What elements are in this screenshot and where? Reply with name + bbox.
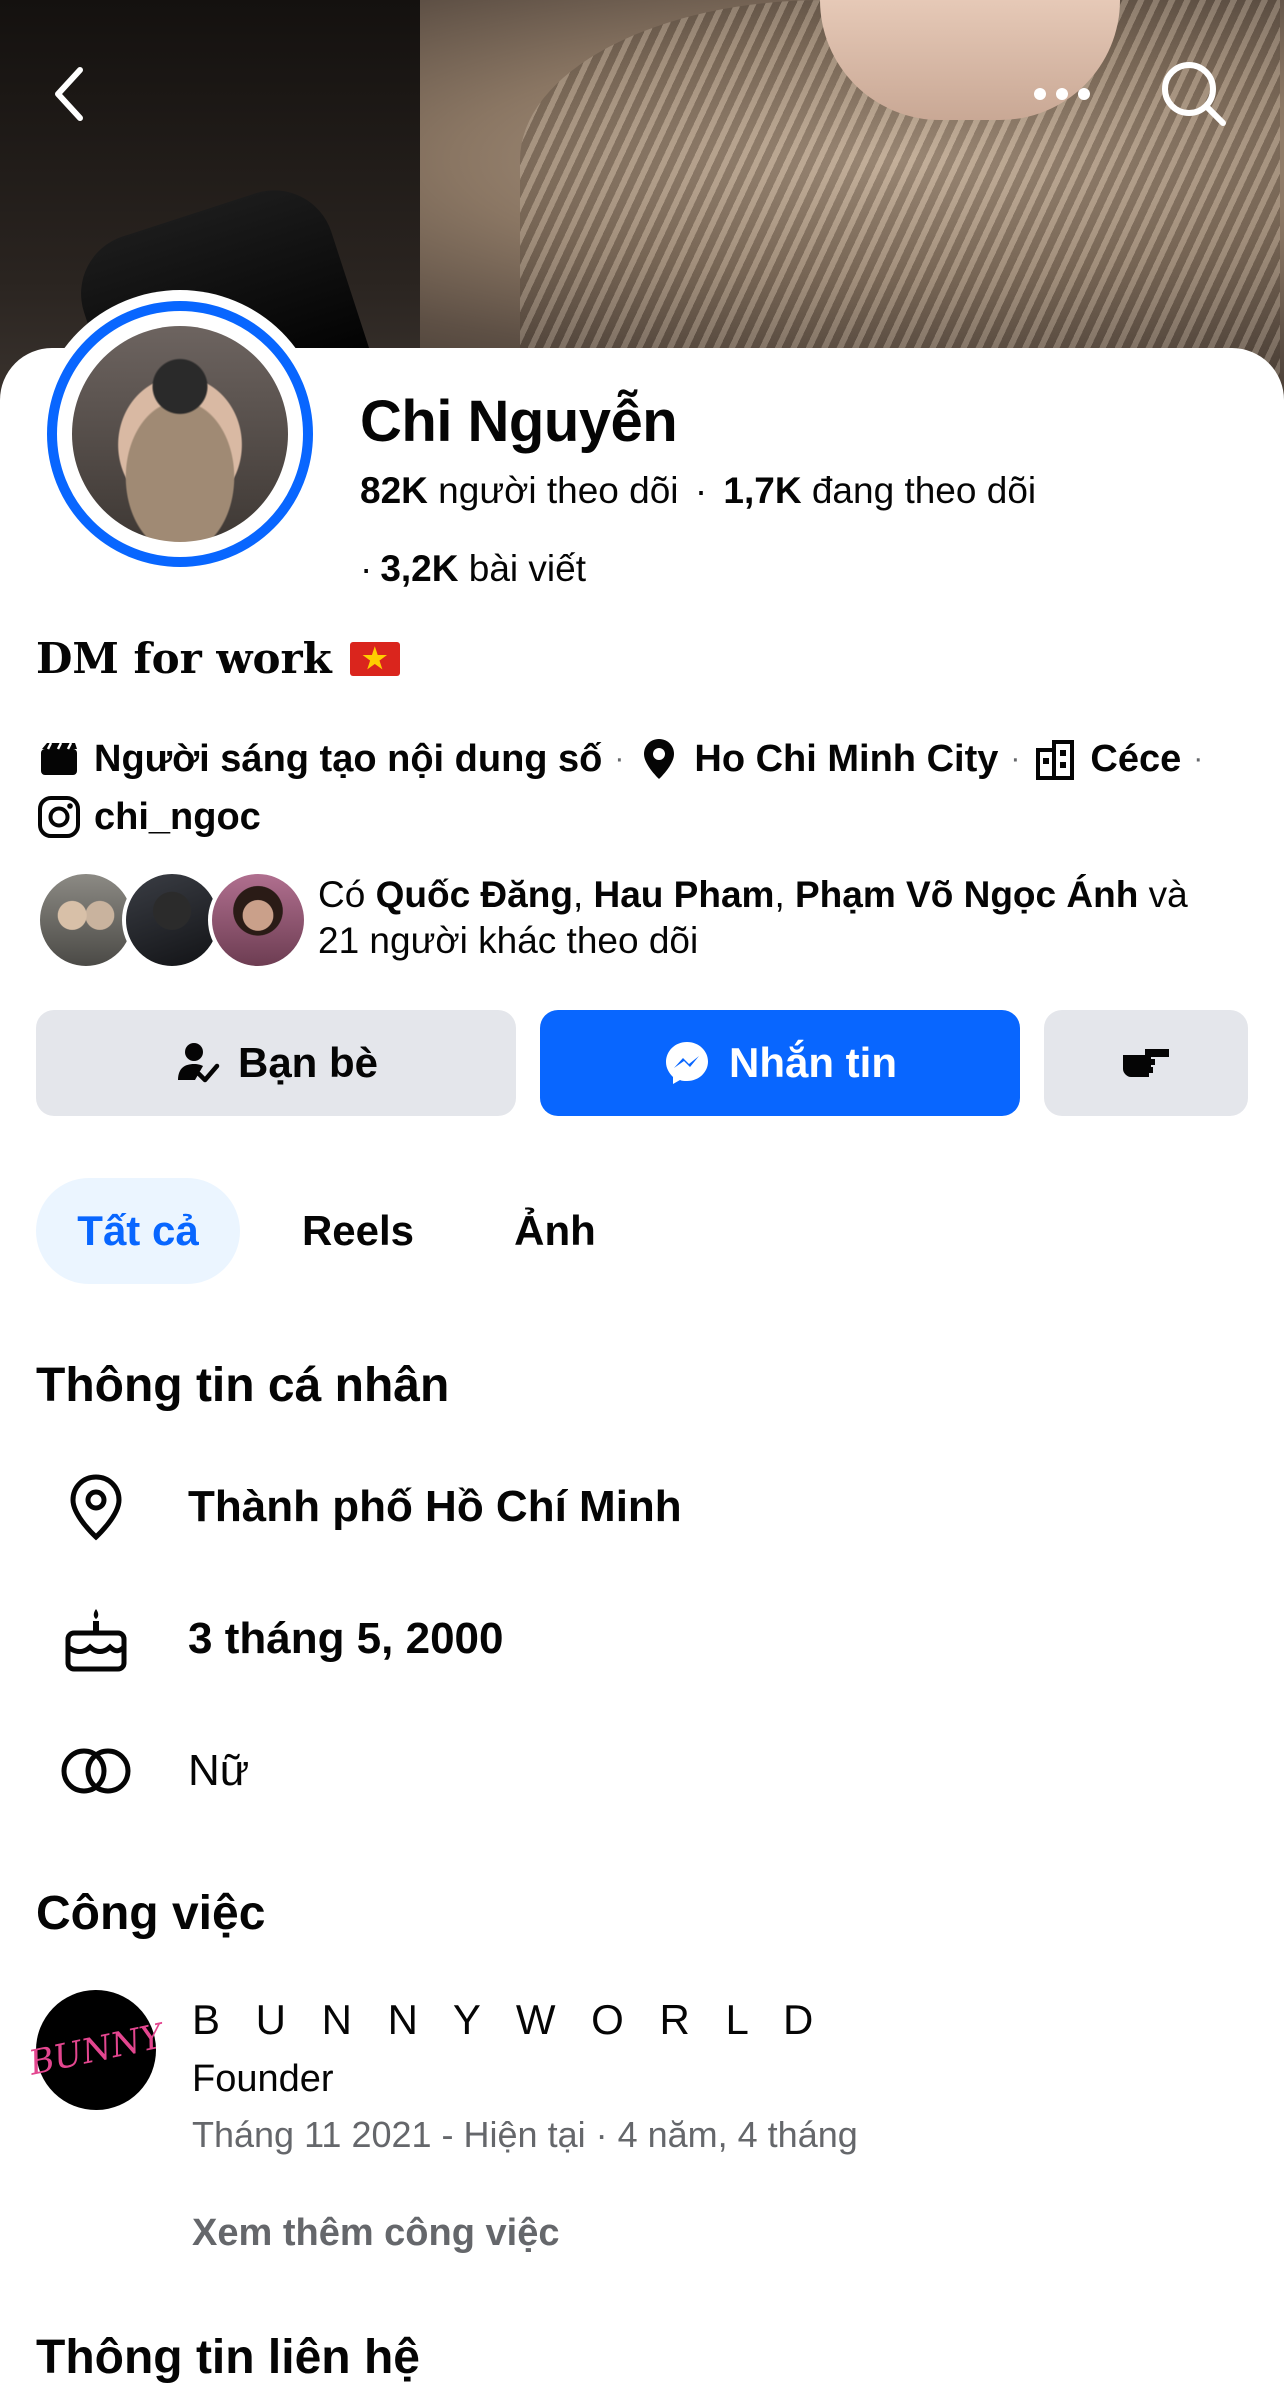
posts-count: 3,2K: [380, 548, 459, 589]
tab-reels[interactable]: Reels: [258, 1178, 458, 1284]
more-button[interactable]: [1026, 58, 1098, 130]
info-city-row: Thành phố Hồ Chí Minh: [36, 1462, 1236, 1552]
gender-rings-icon: [36, 1746, 156, 1796]
mutual-avatar: [122, 870, 222, 970]
info-city: Thành phố Hồ Chí Minh: [188, 1482, 682, 1531]
back-button[interactable]: [34, 58, 106, 130]
contact-info-title: Thông tin liên hệ: [36, 2331, 420, 2384]
friends-button[interactable]: Bạn bè: [36, 1010, 516, 1116]
mutual-followers-text: Có Quốc Đăng, Hau Pham, Phạm Võ Ngọc Ánh…: [318, 874, 1188, 961]
location-pin-outline-icon: [36, 1473, 156, 1541]
tab-all[interactable]: Tất cả: [36, 1178, 240, 1284]
search-icon: [1162, 62, 1226, 126]
vietnam-flag-icon: [349, 638, 400, 680]
profile-details: Người sáng tạo nội dung số · Ho Chi Minh…: [36, 730, 1256, 846]
work-period: Tháng 11 2021 - Hiện tại · 4 năm, 4 thán…: [192, 2114, 858, 2155]
mutual-avatar: [36, 870, 136, 970]
more-horizontal-icon: [1034, 88, 1090, 100]
profile-name: Chi Nguyễn: [360, 389, 678, 454]
followers-label[interactable]: người theo dõi: [438, 470, 678, 511]
tab-photos[interactable]: Ảnh: [470, 1178, 640, 1284]
following-label[interactable]: đang theo dõi: [812, 470, 1036, 511]
birthday-cake-icon: [36, 1605, 156, 1673]
following-count[interactable]: 1,7K: [723, 470, 801, 511]
profile-stats: 82K người theo dõi · 1,7K đang theo dõi: [360, 470, 1037, 511]
profile-bio: DM for work: [36, 634, 400, 683]
instagram-link[interactable]: chi_ngoc: [94, 788, 261, 846]
bio-text: DM for work: [36, 634, 332, 683]
category-text: Người sáng tạo nội dung số: [94, 738, 603, 780]
story-ring: [47, 301, 313, 567]
message-label: Nhắn tin: [729, 1039, 897, 1086]
personal-info-title: Thông tin cá nhân: [36, 1359, 450, 1412]
company-name[interactable]: B U N N Y W O R L D: [192, 1996, 825, 2044]
message-button[interactable]: Nhắn tin: [540, 1010, 1020, 1116]
avatar-image: [72, 326, 288, 542]
info-birthday-row: 3 tháng 5, 2000: [36, 1594, 1236, 1684]
workplace-link[interactable]: Céce: [1090, 730, 1181, 788]
location-pin-icon: [636, 736, 682, 782]
search-button[interactable]: [1158, 58, 1230, 130]
info-gender-row: Nữ: [36, 1726, 1236, 1816]
poke-hand-icon: [1123, 1049, 1169, 1077]
mutual-avatar: [208, 870, 308, 970]
location-link[interactable]: Ho Chi Minh City: [694, 730, 998, 788]
avatar[interactable]: [36, 290, 324, 578]
work-role: Founder: [192, 2058, 334, 2100]
instagram-icon: [36, 794, 82, 840]
profile-stats-posts: · 3,2K bài viết: [360, 548, 586, 589]
info-birthday: 3 tháng 5, 2000: [188, 1614, 504, 1663]
see-more-work-link[interactable]: Xem thêm công việc: [192, 2212, 559, 2255]
clapperboard-icon: [36, 736, 82, 782]
info-gender: Nữ: [188, 1746, 250, 1795]
poke-button[interactable]: [1044, 1010, 1248, 1116]
chevron-left-icon: [55, 67, 83, 121]
messenger-icon: [666, 1042, 708, 1084]
posts-label: bài viết: [468, 548, 586, 589]
friend-check-icon: [177, 1043, 220, 1083]
work-title: Công việc: [36, 1887, 266, 1940]
friends-label: Bạn bè: [237, 1039, 379, 1086]
followers-count[interactable]: 82K: [360, 470, 428, 511]
building-icon: [1032, 736, 1078, 782]
mutual-followers[interactable]: Có Quốc Đăng, Hau Pham, Phạm Võ Ngọc Ánh…: [36, 866, 1256, 970]
